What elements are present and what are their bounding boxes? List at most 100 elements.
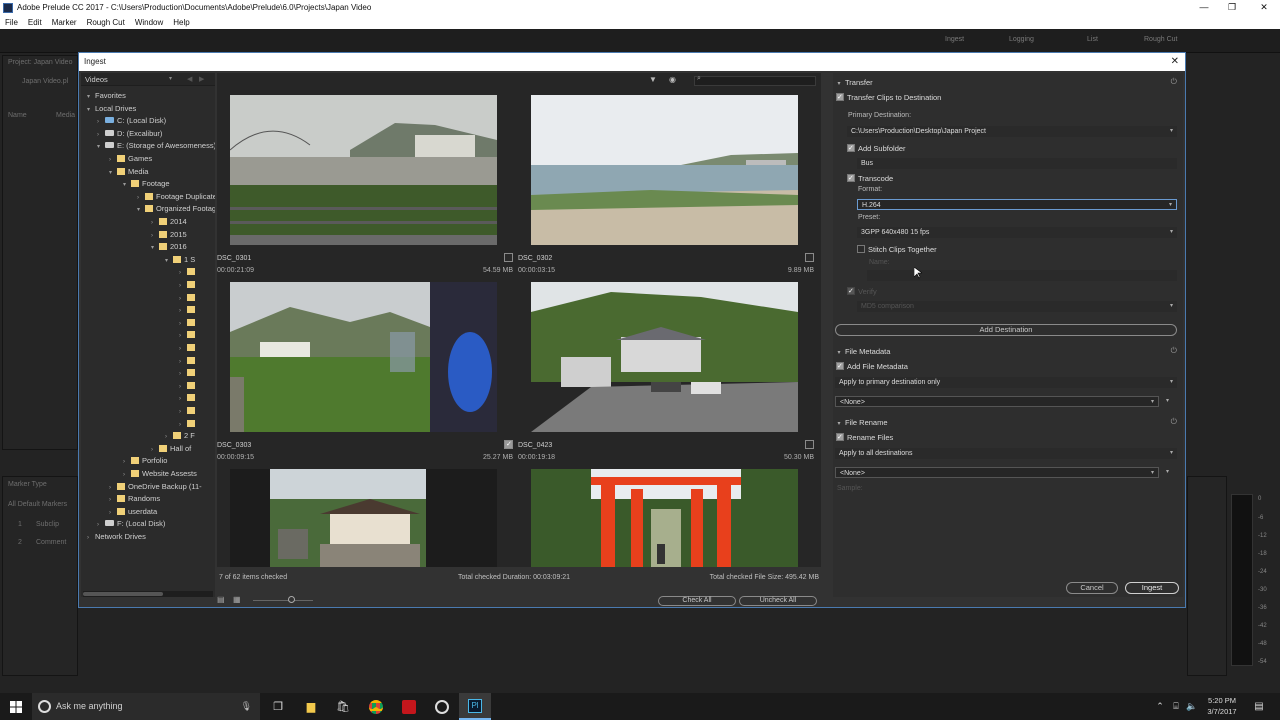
clip-tile[interactable]: DSC_0423 00:00:19:18 50.30 MB xyxy=(518,282,814,467)
collapsed-chevron-icon[interactable]: › xyxy=(179,318,187,330)
menu-help[interactable]: Help xyxy=(173,18,189,27)
clip-thumbnail[interactable] xyxy=(531,95,798,245)
menu-marker[interactable]: Marker xyxy=(52,18,77,27)
collapsed-chevron-icon[interactable]: › xyxy=(109,154,117,166)
collapsed-chevron-icon[interactable]: › xyxy=(97,116,105,128)
checkbox-icon[interactable] xyxy=(847,173,855,185)
tree-item[interactable]: › xyxy=(179,342,198,354)
store-icon[interactable]: 🛍 xyxy=(327,693,359,720)
marker-comment[interactable]: Comment xyxy=(36,539,66,546)
search-input[interactable]: ⌕ xyxy=(694,75,816,86)
clip-tile[interactable] xyxy=(518,469,814,567)
all-default-markers[interactable]: All Default Markers xyxy=(8,501,67,508)
clip-thumbnail[interactable] xyxy=(531,282,798,432)
metadata-apply-dropdown[interactable]: Apply to primary destination only ▾ xyxy=(835,377,1177,388)
tree-item[interactable]: › Randoms xyxy=(109,493,160,505)
tree-item[interactable]: › C: (Local Disk) xyxy=(97,115,166,127)
template-menu-icon[interactable]: ▾ xyxy=(1166,468,1169,475)
expanded-chevron-icon[interactable]: ▾ xyxy=(165,255,173,267)
collapsed-chevron-icon[interactable]: › xyxy=(179,368,187,380)
volume-icon[interactable]: 🔈 xyxy=(1185,693,1199,720)
checkbox-icon[interactable] xyxy=(857,245,865,253)
clip-thumbnail[interactable] xyxy=(230,469,497,567)
power-icon[interactable]: ⏻ xyxy=(1171,77,1177,87)
clip-tile[interactable]: DSC_0301 00:00:21:09 54.59 MB xyxy=(217,95,513,280)
tree-item[interactable]: ▾ Footage xyxy=(123,178,170,190)
tree-scrollbar[interactable] xyxy=(83,591,213,597)
microphone-icon[interactable]: 🎙 xyxy=(241,693,252,720)
collapsed-chevron-icon[interactable]: › xyxy=(179,419,187,431)
workspace-logging[interactable]: Logging xyxy=(1009,36,1034,43)
task-view-icon[interactable]: ❐ xyxy=(262,693,294,720)
tree-item[interactable]: › userdata xyxy=(109,506,157,518)
expanded-chevron-icon[interactable]: ▾ xyxy=(109,167,117,179)
power-icon[interactable]: ⏻ xyxy=(1171,417,1177,427)
collapsed-chevron-icon[interactable]: › xyxy=(179,343,187,355)
marker-subclip[interactable]: Subclip xyxy=(36,521,59,528)
expanded-chevron-icon[interactable]: ▾ xyxy=(151,242,159,254)
thumbnail-view-icon[interactable]: ▦ xyxy=(233,595,241,604)
collapsed-chevron-icon[interactable]: › xyxy=(179,305,187,317)
tree-item[interactable]: ▾ 2016 xyxy=(151,241,187,253)
expanded-chevron-icon[interactable]: ▾ xyxy=(137,204,145,216)
collapsed-chevron-icon[interactable]: › xyxy=(109,507,117,519)
source-dropdown[interactable]: Videos ▾ ◀ ▶ xyxy=(81,73,215,86)
transfer-section-header[interactable]: ▾ Transfer xyxy=(833,77,872,89)
collapsed-chevron-icon[interactable]: › xyxy=(179,406,187,418)
checkbox-icon[interactable] xyxy=(836,361,844,373)
file-metadata-section-header[interactable]: ▾ File Metadata xyxy=(833,346,890,358)
metadata-template-dropdown[interactable]: <None> ▾ xyxy=(835,396,1159,407)
clip-checkbox[interactable] xyxy=(504,440,513,449)
collapsed-chevron-icon[interactable]: › xyxy=(151,444,159,456)
close-window-button[interactable]: ✕ xyxy=(1248,0,1280,15)
collapsed-chevron-icon[interactable]: › xyxy=(109,494,117,506)
expanded-chevron-icon[interactable]: ▾ xyxy=(87,104,95,116)
checkbox-icon[interactable] xyxy=(836,432,844,444)
menu-window[interactable]: Window xyxy=(135,18,163,27)
clip-checkbox[interactable] xyxy=(504,253,513,262)
add-file-metadata-checkbox[interactable]: Add File Metadata xyxy=(836,361,908,373)
collapsed-chevron-icon[interactable]: › xyxy=(179,381,187,393)
back-arrow-icon[interactable]: ◀ xyxy=(187,73,192,86)
check-all-button[interactable]: Check All xyxy=(658,596,736,606)
tree-item[interactable]: › Games xyxy=(109,153,152,165)
clip-thumbnail[interactable] xyxy=(230,282,497,432)
expanded-chevron-icon[interactable]: ▾ xyxy=(97,141,105,153)
uncheck-all-button[interactable]: Uncheck All xyxy=(739,596,817,606)
format-dropdown[interactable]: H.264 ▾ xyxy=(857,199,1177,210)
verify-dropdown[interactable]: MD5 comparison ▾ xyxy=(857,301,1177,312)
ingest-button[interactable]: Ingest xyxy=(1125,582,1179,594)
clip-thumbnail[interactable] xyxy=(531,469,798,567)
tree-item[interactable]: › xyxy=(179,329,198,341)
tree-item[interactable]: › Porfolio xyxy=(123,455,167,467)
collapsed-chevron-icon[interactable]: › xyxy=(179,393,187,405)
tree-item[interactable]: › Website Assests xyxy=(123,468,197,480)
tree-item[interactable]: ▾ Favorites xyxy=(87,90,126,102)
collapsed-chevron-icon[interactable]: › xyxy=(179,280,187,292)
view-eye-icon[interactable]: ◉ xyxy=(669,75,676,84)
collapsed-chevron-icon[interactable]: › xyxy=(97,129,105,141)
checkbox-icon[interactable] xyxy=(847,286,855,298)
tree-item[interactable]: › 2015 xyxy=(151,229,187,241)
collapsed-chevron-icon[interactable]: › xyxy=(179,356,187,368)
rename-apply-dropdown[interactable]: Apply to all destinations ▾ xyxy=(835,448,1177,459)
checkbox-icon[interactable] xyxy=(836,92,844,104)
transfer-clips-checkbox[interactable]: Transfer Clips to Destination xyxy=(836,92,941,104)
menu-edit[interactable]: Edit xyxy=(28,18,42,27)
tree-item[interactable]: › 2 F xyxy=(165,430,195,442)
tree-item[interactable]: › Hall of xyxy=(151,443,191,455)
tree-item[interactable]: › F: (Local Disk) xyxy=(97,518,165,530)
filter-icon[interactable]: ▼ xyxy=(649,75,657,84)
collapsed-chevron-icon[interactable]: › xyxy=(123,469,131,481)
collapsed-chevron-icon[interactable]: › xyxy=(151,230,159,242)
primary-destination-dropdown[interactable]: C:\Users\Production\Desktop\Japan Projec… xyxy=(847,126,1177,137)
tree-item[interactable]: › xyxy=(179,279,198,291)
preset-dropdown[interactable]: 3GPP 640x480 15 fps ▾ xyxy=(857,227,1177,238)
tree-scroll-thumb[interactable] xyxy=(83,592,163,596)
tree-item[interactable]: › D: (Excalibur) xyxy=(97,128,162,140)
tree-item[interactable]: › OneDrive Backup (11- xyxy=(109,481,202,493)
workspace-list[interactable]: List xyxy=(1087,36,1098,43)
collapsed-chevron-icon[interactable]: › xyxy=(151,217,159,229)
collapsed-chevron-icon[interactable]: › xyxy=(109,482,117,494)
menu-rough-cut[interactable]: Rough Cut xyxy=(87,18,125,27)
